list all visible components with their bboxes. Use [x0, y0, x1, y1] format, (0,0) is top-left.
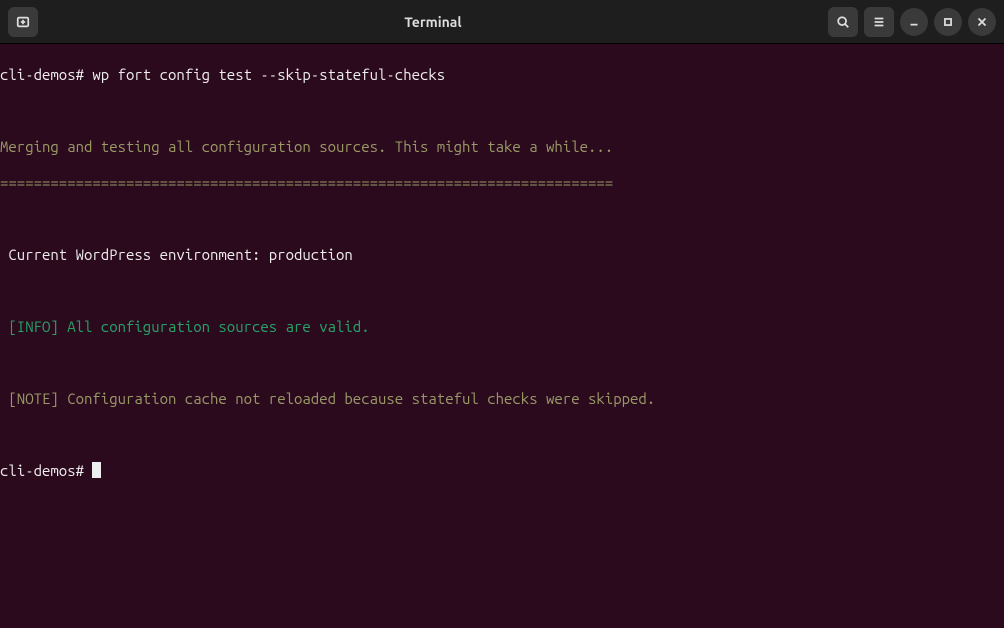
note-line: [NOTE] Configuration cache not reloaded … [0, 390, 1004, 408]
window-title: Terminal [404, 14, 461, 30]
divider-line: ========================================… [0, 174, 1004, 192]
titlebar-right [828, 7, 996, 37]
maximize-button[interactable] [934, 8, 962, 36]
close-icon [975, 15, 989, 29]
merging-line: Merging and testing all configuration so… [0, 138, 1004, 156]
new-tab-icon [16, 15, 30, 29]
command-line-2: cli-demos# [0, 462, 1004, 480]
hamburger-icon [872, 15, 886, 29]
titlebar-center: Terminal [38, 14, 828, 30]
terminal-body[interactable]: cli-demos# wp fort config test --skip-st… [0, 44, 1004, 502]
new-tab-button[interactable] [8, 7, 38, 37]
info-line: [INFO] All configuration sources are val… [0, 318, 1004, 336]
blank-line [0, 426, 1004, 444]
titlebar-left [8, 7, 38, 37]
blank-line [0, 210, 1004, 228]
cursor [92, 462, 101, 478]
maximize-icon [941, 15, 955, 29]
minimize-button[interactable] [900, 8, 928, 36]
env-line: Current WordPress environment: productio… [0, 246, 1004, 264]
blank-line [0, 102, 1004, 120]
menu-button[interactable] [864, 7, 894, 37]
minimize-icon [907, 15, 921, 29]
titlebar: Terminal [0, 0, 1004, 44]
prompt-2: cli-demos# [0, 462, 92, 479]
command-1: wp fort config test --skip-stateful-chec… [92, 66, 445, 83]
search-icon [836, 15, 850, 29]
prompt-1: cli-demos# [0, 66, 92, 83]
blank-line [0, 282, 1004, 300]
close-button[interactable] [968, 8, 996, 36]
blank-line [0, 354, 1004, 372]
command-line-1: cli-demos# wp fort config test --skip-st… [0, 66, 1004, 84]
search-button[interactable] [828, 7, 858, 37]
